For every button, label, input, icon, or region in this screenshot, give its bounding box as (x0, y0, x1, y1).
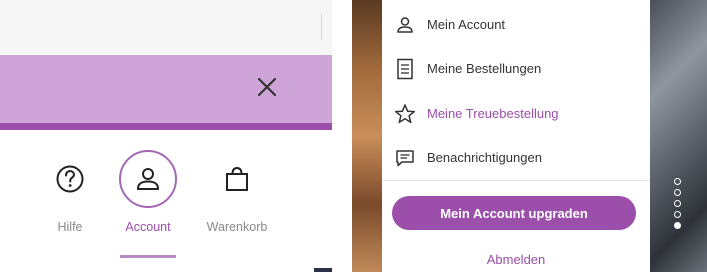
carousel-dot-active[interactable] (674, 222, 681, 229)
carousel-indicators (674, 178, 686, 233)
carousel-dot[interactable] (674, 189, 681, 196)
close-icon[interactable] (254, 74, 280, 100)
nav-label: Account (125, 220, 171, 234)
menu-item-mein-account[interactable]: Mein Account (382, 8, 650, 42)
shopping-bag-icon (208, 150, 266, 208)
carousel-dot[interactable] (674, 178, 681, 185)
upgrade-account-button[interactable]: Mein Account upgraden (392, 196, 636, 230)
menu-item-meine-treuebestellung[interactable]: Meine Treuebestellung (382, 97, 650, 131)
nav-label: Warenkorb (206, 220, 268, 234)
menu-item-label: Benachrichtigungen (427, 150, 542, 165)
carousel-dot[interactable] (674, 211, 681, 218)
menu-item-label: Mein Account (427, 17, 506, 32)
user-icon (394, 13, 416, 37)
nav-item-hilfe[interactable]: Hilfe (31, 150, 109, 255)
nav-item-warenkorb[interactable]: Warenkorb (198, 150, 276, 255)
top-bar (0, 0, 332, 55)
account-dropdown-panel: Mein Account Meine Bestellungen Meine Tr… (352, 0, 707, 272)
divider (321, 14, 322, 40)
carousel-dot[interactable] (674, 200, 681, 207)
active-indicator (120, 255, 176, 258)
nav-item-account[interactable]: Account (109, 150, 187, 258)
document-icon (394, 57, 416, 81)
notification-banner (0, 55, 332, 123)
account-menu: Mein Account Meine Bestellungen Meine Tr… (382, 0, 650, 272)
menu-item-label: Meine Bestellungen (427, 61, 542, 76)
edge-marker (314, 268, 332, 272)
menu-item-label: Meine Treuebestellung (427, 106, 559, 121)
nav-label: Hilfe (57, 220, 83, 234)
help-circle-icon (41, 150, 99, 208)
accent-stripe (0, 123, 332, 130)
bottom-nav: Hilfe Account Warenkorb (0, 130, 332, 272)
mobile-header-panel: Hilfe Account Warenkorb (0, 0, 332, 272)
message-icon (394, 146, 416, 170)
user-icon (119, 150, 177, 208)
menu-item-meine-bestellungen[interactable]: Meine Bestellungen (382, 52, 650, 86)
star-icon (394, 102, 416, 126)
background-photo (352, 0, 382, 272)
menu-divider (382, 180, 650, 181)
logout-link[interactable]: Abmelden (382, 252, 650, 267)
menu-item-benachrichtigungen[interactable]: Benachrichtigungen (382, 141, 650, 175)
